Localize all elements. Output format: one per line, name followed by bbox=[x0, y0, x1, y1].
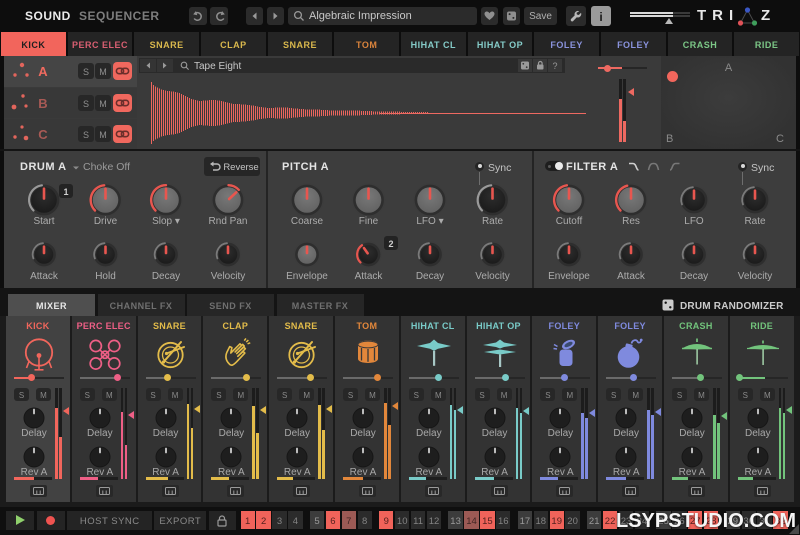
svg-text:?: ? bbox=[552, 61, 557, 71]
